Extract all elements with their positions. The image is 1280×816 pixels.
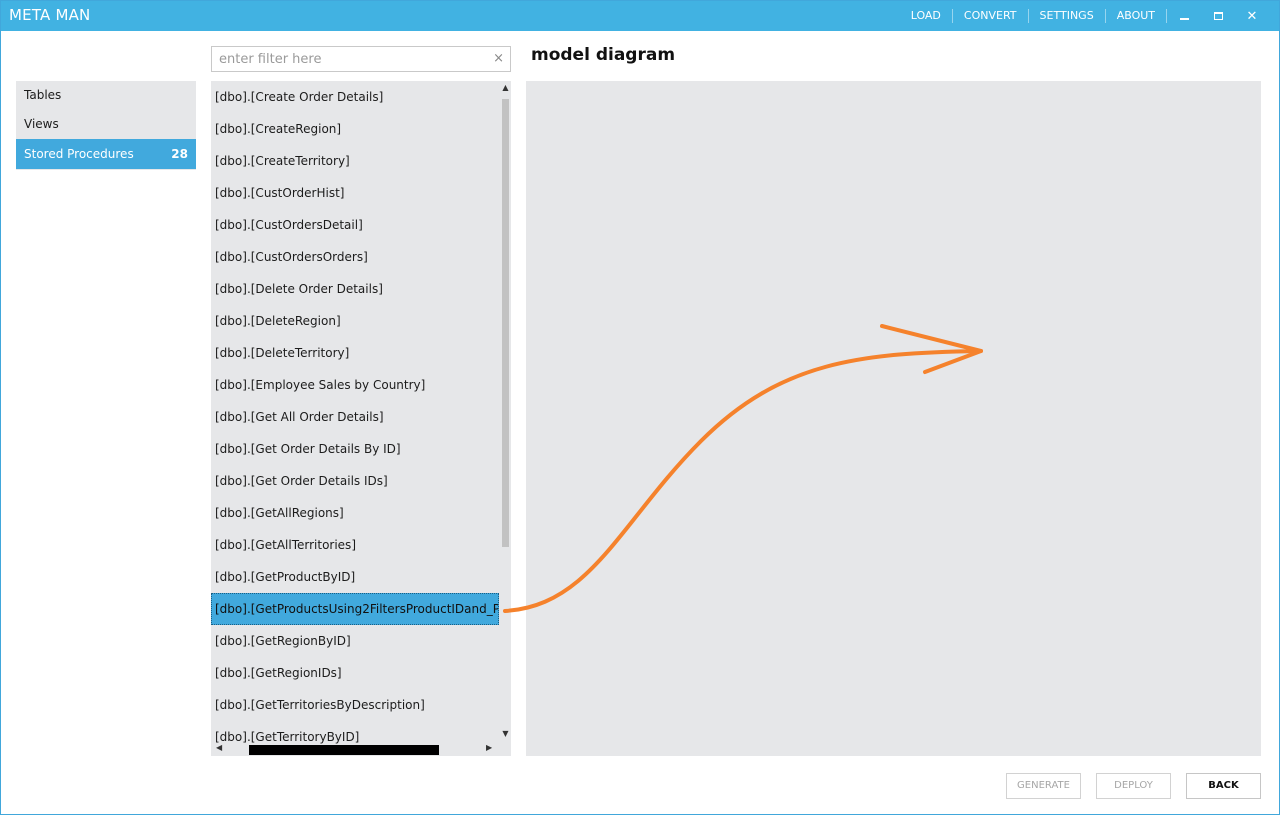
title-bar: META MAN LOAD CONVERT SETTINGS ABOUT ✕	[1, 1, 1279, 31]
list-item[interactable]: [dbo].[Employee Sales by Country]	[211, 369, 499, 401]
close-icon[interactable]: ✕	[1235, 1, 1269, 31]
horizontal-scroll-thumb[interactable]	[249, 745, 439, 755]
list-item[interactable]: [dbo].[GetRegionIDs]	[211, 657, 499, 689]
list-item[interactable]: [dbo].[Get Order Details IDs]	[211, 465, 499, 497]
list-item[interactable]: [dbo].[Create Order Details]	[211, 81, 499, 113]
list-item[interactable]: [dbo].[CustOrdersDetail]	[211, 209, 499, 241]
minimize-icon[interactable]	[1167, 1, 1201, 31]
nav-item-label: Tables	[24, 88, 62, 102]
filter-box: ×	[211, 46, 511, 72]
menu-settings[interactable]: SETTINGS	[1029, 9, 1106, 23]
list-item[interactable]: [dbo].[GetRegionByID]	[211, 625, 499, 657]
list-item[interactable]: [dbo].[CreateRegion]	[211, 113, 499, 145]
model-diagram-canvas[interactable]	[526, 81, 1261, 756]
list-item[interactable]: [dbo].[DeleteTerritory]	[211, 337, 499, 369]
scroll-right-icon[interactable]: ▶	[486, 743, 492, 752]
nav-item-views[interactable]: Views	[16, 110, 196, 139]
list-item[interactable]: [dbo].[GetTerritoriesByDescription]	[211, 689, 499, 721]
procedure-list: [dbo].[Create Order Details] [dbo].[Creat…	[211, 81, 511, 756]
list-item[interactable]: [dbo].[CreateTerritory]	[211, 145, 499, 177]
generate-button[interactable]: GENERATE	[1006, 773, 1081, 799]
nav-item-tables[interactable]: Tables	[16, 81, 196, 110]
scroll-up-icon[interactable]: ▲	[500, 83, 511, 92]
menu-about[interactable]: ABOUT	[1106, 9, 1167, 23]
app-title: META MAN	[9, 6, 91, 24]
top-menu: LOAD CONVERT SETTINGS ABOUT ✕	[900, 1, 1269, 31]
scroll-left-icon[interactable]: ◀	[216, 743, 222, 752]
vertical-scroll-thumb[interactable]	[502, 99, 509, 547]
list-item[interactable]: [dbo].[CustOrderHist]	[211, 177, 499, 209]
nav-item-count: 28	[171, 147, 188, 161]
list-item[interactable]: [dbo].[GetProductsUsing2FiltersProductID…	[211, 593, 499, 625]
list-item[interactable]: [dbo].[CustOrdersOrders]	[211, 241, 499, 273]
list-item[interactable]: [dbo].[GetAllRegions]	[211, 497, 499, 529]
app-window: META MAN LOAD CONVERT SETTINGS ABOUT ✕ T…	[0, 0, 1280, 815]
list-item[interactable]: [dbo].[DeleteRegion]	[211, 305, 499, 337]
horizontal-scrollbar[interactable]: ◀ ▶	[211, 742, 500, 756]
vertical-scrollbar[interactable]: ▲ ▼	[500, 81, 511, 741]
maximize-icon[interactable]	[1201, 1, 1235, 31]
object-type-nav: Tables Views Stored Procedures 28	[16, 81, 196, 170]
menu-load[interactable]: LOAD	[900, 9, 953, 23]
clear-filter-icon[interactable]: ×	[493, 51, 504, 66]
diagram-title: model diagram	[531, 45, 676, 65]
list-item[interactable]: [dbo].[GetAllTerritories]	[211, 529, 499, 561]
scroll-down-icon[interactable]: ▼	[500, 729, 511, 738]
back-button[interactable]: BACK	[1186, 773, 1261, 799]
menu-convert[interactable]: CONVERT	[953, 9, 1029, 23]
deploy-button[interactable]: DEPLOY	[1096, 773, 1171, 799]
nav-item-stored-procedures[interactable]: Stored Procedures 28	[16, 139, 196, 169]
list-item[interactable]: [dbo].[Get All Order Details]	[211, 401, 499, 433]
nav-item-label: Views	[24, 117, 59, 131]
list-item[interactable]: [dbo].[Delete Order Details]	[211, 273, 499, 305]
list-item[interactable]: [dbo].[GetProductByID]	[211, 561, 499, 593]
list-item[interactable]: [dbo].[Get Order Details By ID]	[211, 433, 499, 465]
nav-item-label: Stored Procedures	[24, 147, 134, 161]
filter-input[interactable]	[212, 47, 482, 71]
